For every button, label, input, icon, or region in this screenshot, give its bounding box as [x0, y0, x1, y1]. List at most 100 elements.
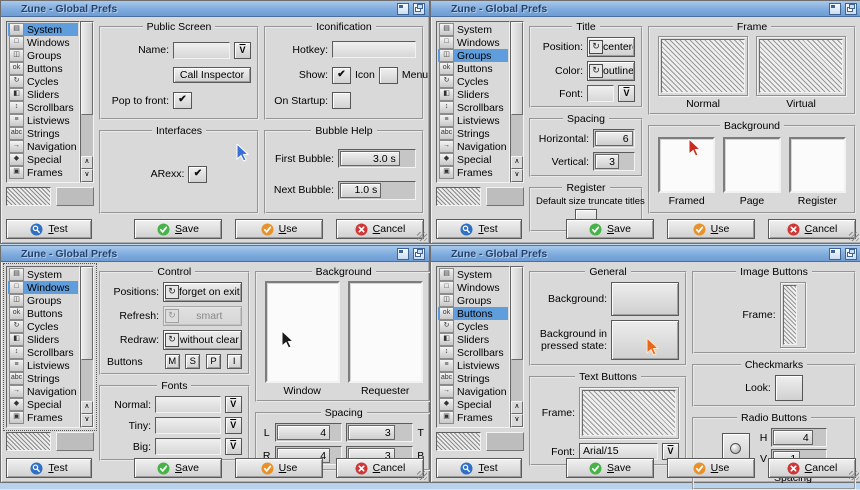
background-preview-page[interactable]	[723, 137, 780, 193]
sidebar-item-groups[interactable]: ◫Groups	[438, 49, 508, 62]
scrollbar-thumb[interactable]	[81, 22, 93, 115]
sidebar-item-system[interactable]: ▤System	[8, 268, 78, 281]
resize-grip[interactable]	[849, 471, 859, 480]
iconify-button-i[interactable]: I	[227, 354, 242, 369]
cancel-button[interactable]: Cancel	[768, 458, 856, 478]
vertical-scrollbar[interactable]: ∧ ∨	[510, 21, 524, 183]
scroll-up-button[interactable]: ∧	[511, 156, 523, 169]
vertical-scrollbar[interactable]: ∧ ∨	[510, 266, 524, 428]
test-button[interactable]: Test	[6, 458, 92, 478]
color-cycle[interactable]: ↻outline	[587, 61, 635, 81]
scroll-up-button[interactable]: ∧	[81, 401, 93, 414]
redraw-cycle[interactable]: ↻without clear	[163, 330, 242, 350]
horizontal-spacing-slider[interactable]: 6	[593, 129, 635, 148]
background-preview-window[interactable]	[265, 281, 340, 383]
sidebar-item-listviews[interactable]: ≡Listviews	[438, 114, 508, 127]
sidebar-item-scrollbars[interactable]: ↕Scrollbars	[438, 101, 508, 114]
first-bubble-slider[interactable]: 3.0 s	[338, 149, 416, 168]
depth-gadget-icon[interactable]	[413, 3, 425, 15]
next-bubble-slider[interactable]: 1.0 s	[338, 181, 416, 200]
top-spacing-slider[interactable]: 3	[346, 423, 413, 442]
frame-preview-virtual[interactable]	[756, 36, 846, 96]
use-button[interactable]: Use	[667, 458, 755, 478]
slider-knob[interactable]: 1.0 s	[340, 183, 381, 198]
sidebar-item-frames[interactable]: ▣Frames	[8, 166, 78, 179]
resize-grip[interactable]	[417, 232, 427, 241]
name-popup-button[interactable]: V	[234, 42, 251, 59]
button-background-preview[interactable]	[611, 282, 679, 316]
slider-knob[interactable]: 4	[277, 425, 330, 440]
scroll-up-button[interactable]: ∧	[81, 156, 93, 169]
arexx-checkbox[interactable]: ✔	[188, 166, 207, 183]
left-spacing-slider[interactable]: 4	[275, 423, 342, 442]
sidebar-item-strings[interactable]: abcStrings	[8, 372, 78, 385]
sidebar-item-buttons[interactable]: okButtons	[438, 62, 508, 75]
slider-knob[interactable]: 4	[773, 430, 813, 445]
depth-gadget-icon[interactable]	[413, 248, 425, 260]
sidebar-item-windows[interactable]: □Windows	[438, 281, 508, 294]
titlebar[interactable]: Zune - Global Prefs	[1, 1, 429, 17]
sidebar-item-cycles[interactable]: ↻Cycles	[438, 320, 508, 333]
vertical-spacing-slider[interactable]: 3	[593, 152, 635, 171]
titlebar[interactable]: Zune - Global Prefs	[431, 1, 860, 17]
sidebar-item-groups[interactable]: ◫Groups	[438, 294, 508, 307]
save-button[interactable]: Save	[566, 219, 654, 239]
cancel-button[interactable]: Cancel	[336, 458, 424, 478]
h-spacing-slider[interactable]: 4	[771, 428, 827, 447]
text-button-frame-preview[interactable]	[579, 387, 679, 439]
on-startup-checkbox[interactable]	[332, 92, 351, 109]
sidebar-item-system[interactable]: ▤System	[8, 23, 78, 36]
background-preview-requester[interactable]	[348, 281, 423, 383]
sidebar-item-navigation[interactable]: →Navigation	[438, 385, 508, 398]
scroll-down-button[interactable]: ∨	[511, 414, 523, 427]
sidebar-item-listviews[interactable]: ≡Listviews	[8, 114, 78, 127]
zoom-gadget-icon[interactable]	[397, 3, 409, 15]
slider-knob[interactable]: 3	[348, 425, 395, 440]
scroll-down-button[interactable]: ∨	[81, 169, 93, 182]
pop-to-front-checkbox[interactable]: ✔	[173, 92, 192, 109]
sidebar-item-scrollbars[interactable]: ↕Scrollbars	[8, 101, 78, 114]
sidebar-item-sliders[interactable]: ◧Sliders	[8, 333, 78, 346]
menu-button-m[interactable]: M	[165, 354, 180, 369]
normal-font-input[interactable]	[155, 396, 221, 413]
hotkey-input[interactable]	[332, 41, 416, 58]
sidebar-item-groups[interactable]: ◫Groups	[8, 294, 78, 307]
sidebar-item-windows[interactable]: □Windows	[8, 281, 78, 294]
tiny-font-popup-button[interactable]: V	[225, 417, 242, 434]
scroll-down-button[interactable]: ∨	[81, 414, 93, 427]
sidebar-item-buttons[interactable]: okButtons	[8, 62, 78, 75]
titlebar[interactable]: Zune - Global Prefs	[431, 246, 860, 262]
sidebar-item-strings[interactable]: abcStrings	[8, 127, 78, 140]
sidebar-item-windows[interactable]: □Windows	[438, 36, 508, 49]
position-cycle[interactable]: ↻centered	[587, 37, 635, 57]
sidebar-item-buttons[interactable]: okButtons	[8, 307, 78, 320]
test-button[interactable]: Test	[436, 219, 522, 239]
show-icon-checkbox[interactable]: ✔	[332, 67, 351, 84]
test-button[interactable]: Test	[6, 219, 92, 239]
titlebar[interactable]: Zune - Global Prefs	[1, 246, 429, 262]
scrollbar-track[interactable]	[511, 360, 523, 401]
resize-grip[interactable]	[849, 232, 859, 241]
depth-gadget-icon[interactable]	[845, 248, 857, 260]
use-button[interactable]: Use	[667, 219, 755, 239]
use-button[interactable]: Use	[235, 458, 323, 478]
scrollbar-track[interactable]	[81, 360, 93, 401]
scroll-up-button[interactable]: ∧	[511, 401, 523, 414]
sidebar-item-frames[interactable]: ▣Frames	[438, 166, 508, 179]
background-preview-register[interactable]	[789, 137, 846, 193]
slider-knob[interactable]: 3.0 s	[340, 151, 400, 166]
sidebar-item-listviews[interactable]: ≡Listviews	[438, 359, 508, 372]
sidebar-item-sliders[interactable]: ◧Sliders	[438, 333, 508, 346]
sidebar-item-strings[interactable]: abcStrings	[438, 372, 508, 385]
scrollbar-thumb[interactable]	[81, 267, 93, 360]
save-button[interactable]: Save	[566, 458, 654, 478]
cancel-button[interactable]: Cancel	[336, 219, 424, 239]
background-preview-framed[interactable]	[658, 137, 715, 193]
resize-grip[interactable]	[417, 471, 427, 480]
scrollbar-thumb[interactable]	[511, 267, 523, 360]
pressed-background-preview[interactable]	[611, 320, 679, 360]
checkmark-look-preview[interactable]	[775, 375, 803, 401]
depth-gadget-icon[interactable]	[845, 3, 857, 15]
sidebar-item-system[interactable]: ▤System	[438, 23, 508, 36]
big-font-input[interactable]	[155, 438, 221, 455]
